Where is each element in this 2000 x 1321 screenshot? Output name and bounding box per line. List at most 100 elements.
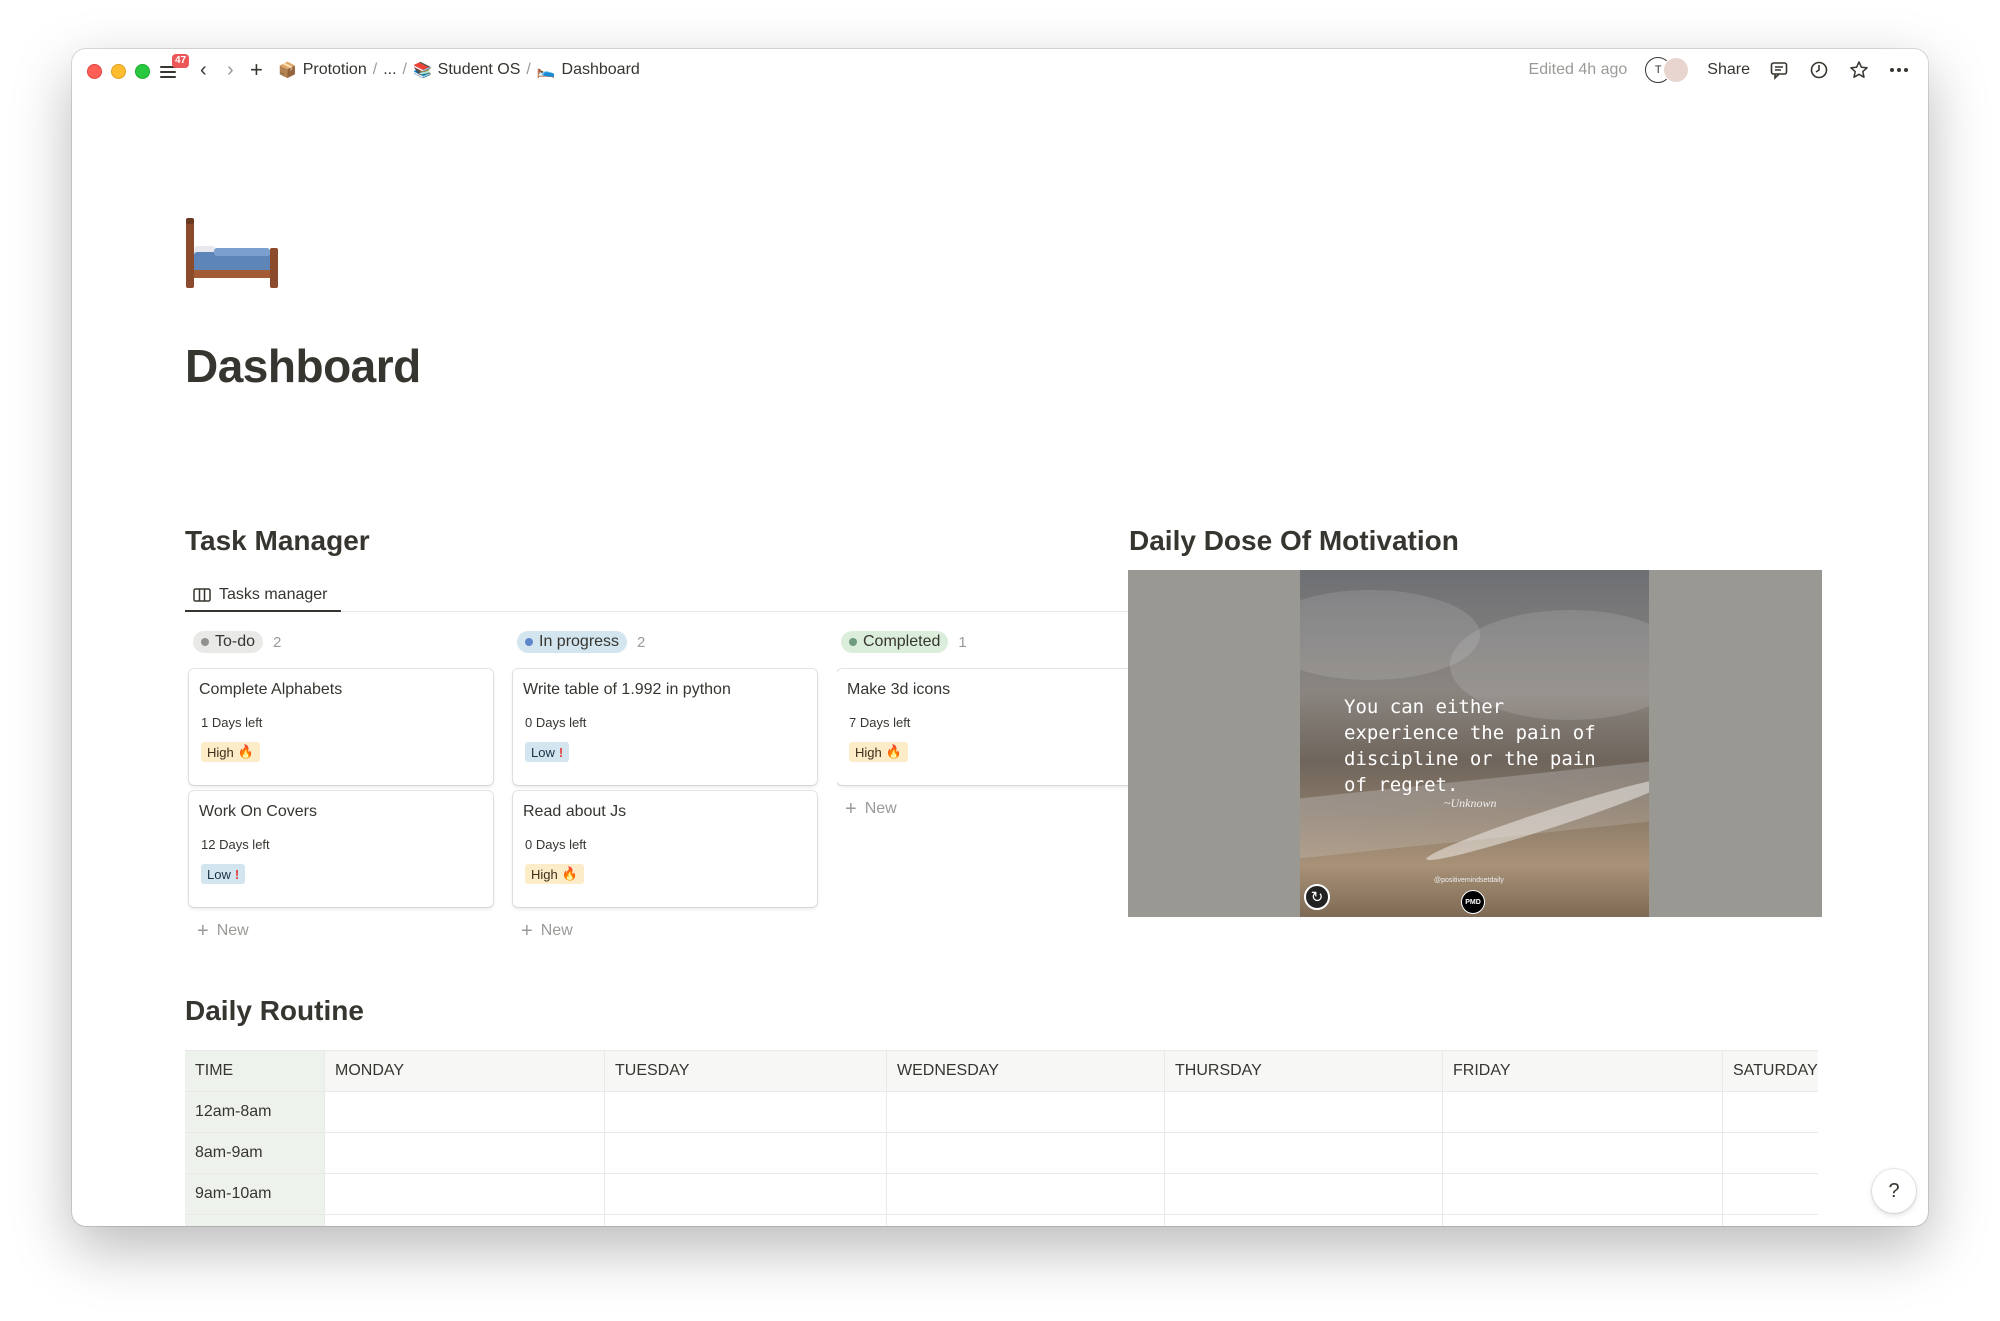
add-card-button[interactable]: + New xyxy=(845,791,1145,827)
top-right-actions: Edited 4h ago T Share xyxy=(1529,49,1910,91)
plus-icon: + xyxy=(521,919,533,942)
table-cell[interactable] xyxy=(1443,1174,1723,1214)
column-header-thursday[interactable]: THURSDAY xyxy=(1165,1051,1443,1091)
table-cell[interactable] xyxy=(1443,1133,1723,1173)
task-title: Complete Alphabets xyxy=(199,681,343,698)
table-cell[interactable] xyxy=(1443,1215,1723,1226)
forward-arrow-icon[interactable]: › xyxy=(227,58,234,82)
days-left: 12 Days left xyxy=(201,837,270,852)
fire-icon: 🔥 xyxy=(561,866,578,881)
task-card[interactable]: Read about Js 0 Days left High 🔥 xyxy=(513,791,817,907)
time-cell[interactable]: 9am-10am xyxy=(185,1174,325,1214)
more-options-icon[interactable] xyxy=(1888,59,1910,81)
minimize-window-button[interactable] xyxy=(111,64,126,79)
table-cell[interactable] xyxy=(605,1215,887,1226)
column-header[interactable]: To-do 2 xyxy=(193,629,493,655)
column-header-wednesday[interactable]: WEDNESDAY xyxy=(887,1051,1165,1091)
column-header-monday[interactable]: MONDAY xyxy=(325,1051,605,1091)
tab-tasks-manager[interactable]: Tasks manager xyxy=(185,577,336,613)
table-cell[interactable] xyxy=(1723,1174,1818,1214)
column-header-time[interactable]: TIME xyxy=(185,1051,325,1091)
maximize-window-button[interactable] xyxy=(135,64,150,79)
table-cell[interactable] xyxy=(605,1133,887,1173)
share-button[interactable]: Share xyxy=(1707,61,1750,79)
table-cell[interactable] xyxy=(1723,1133,1818,1173)
column-header[interactable]: Completed 1 xyxy=(841,629,1145,655)
exclamation-icon: ! xyxy=(558,744,564,760)
table-cell[interactable] xyxy=(1165,1215,1443,1226)
add-card-button[interactable]: + New xyxy=(521,913,817,949)
history-clock-icon[interactable] xyxy=(1808,59,1830,81)
table-cell[interactable] xyxy=(1723,1092,1818,1132)
table-cell[interactable] xyxy=(1165,1133,1443,1173)
column-header-friday[interactable]: FRIDAY xyxy=(1443,1051,1723,1091)
task-title: Work On Covers xyxy=(199,803,317,820)
refresh-icon[interactable]: ↻ xyxy=(1304,884,1330,910)
task-card[interactable]: Work On Covers 12 Days left Low ! xyxy=(189,791,493,907)
plus-icon: + xyxy=(197,919,209,942)
avatar[interactable] xyxy=(1663,57,1690,83)
table-cell[interactable] xyxy=(1165,1092,1443,1132)
table-cell[interactable] xyxy=(605,1092,887,1132)
time-cell[interactable]: 10am-1pm xyxy=(185,1215,325,1226)
table-row: 8am-9am xyxy=(185,1133,1818,1174)
page-title[interactable]: Dashboard xyxy=(185,339,421,393)
column-count: 1 xyxy=(958,633,967,651)
table-cell[interactable] xyxy=(1443,1092,1723,1132)
status-badge: To-do xyxy=(193,631,264,653)
days-left: 0 Days left xyxy=(525,715,587,730)
task-title: Read about Js xyxy=(523,803,627,820)
time-cell[interactable]: 12am-8am xyxy=(185,1092,325,1132)
table-cell[interactable] xyxy=(887,1174,1165,1214)
table-row: 9am-10am xyxy=(185,1174,1818,1215)
task-card[interactable]: Make 3d icons 7 Days left High 🔥 xyxy=(837,669,1145,785)
add-card-button[interactable]: + New xyxy=(197,913,493,949)
motivation-heading[interactable]: Daily Dose Of Motivation xyxy=(1129,525,1459,557)
time-cell[interactable]: 8am-9am xyxy=(185,1133,325,1173)
breadcrumb-item-dashboard[interactable]: Dashboard xyxy=(562,61,640,79)
motivation-embed[interactable]: You can either experience the pain of di… xyxy=(1128,570,1822,917)
star-favorite-icon[interactable] xyxy=(1848,59,1870,81)
books-icon: 📚 xyxy=(412,62,432,79)
back-arrow-icon[interactable]: ‹ xyxy=(200,58,207,82)
column-count: 2 xyxy=(637,633,646,651)
breadcrumb-item-ellipsis[interactable]: ... xyxy=(383,61,396,79)
breadcrumb-item-student-os[interactable]: Student OS xyxy=(438,61,521,79)
status-badge: Completed xyxy=(841,631,949,653)
help-button[interactable]: ? xyxy=(1872,1169,1916,1213)
bed-icon[interactable] xyxy=(184,216,280,292)
table-row: 10am-1pm xyxy=(185,1215,1818,1226)
status-dot-icon xyxy=(849,638,857,646)
breadcrumb-separator: / xyxy=(526,61,531,78)
table-cell[interactable] xyxy=(887,1133,1165,1173)
avatar-group[interactable]: T xyxy=(1645,57,1690,83)
task-manager-heading[interactable]: Task Manager xyxy=(185,525,370,557)
comment-icon[interactable] xyxy=(1768,59,1790,81)
column-header[interactable]: In progress 2 xyxy=(517,629,817,655)
table-cell[interactable] xyxy=(325,1174,605,1214)
table-cell[interactable] xyxy=(1165,1174,1443,1214)
workspace-icon: 📦 xyxy=(278,62,297,79)
task-card[interactable]: Complete Alphabets 1 Days left High 🔥 xyxy=(189,669,493,785)
table-cell[interactable] xyxy=(887,1092,1165,1132)
column-header-tuesday[interactable]: TUESDAY xyxy=(605,1051,887,1091)
new-page-plus-icon[interactable]: + xyxy=(250,58,263,82)
table-cell[interactable] xyxy=(605,1174,887,1214)
breadcrumb-item-prototion[interactable]: Prototion xyxy=(303,61,367,79)
quote-text: You can either experience the pain of di… xyxy=(1344,696,1596,796)
status-label: In progress xyxy=(539,633,620,650)
table-cell[interactable] xyxy=(325,1092,605,1132)
table-cell[interactable] xyxy=(1723,1215,1818,1226)
new-label: New xyxy=(864,800,897,817)
task-card[interactable]: Write table of 1.992 in python 0 Days le… xyxy=(513,669,817,785)
close-window-button[interactable] xyxy=(87,64,102,79)
pmd-logo: PMD xyxy=(1461,890,1485,914)
column-header-saturday[interactable]: SATURDAY xyxy=(1723,1051,1818,1091)
board-column-todo: To-do 2 Complete Alphabets 1 Days left H… xyxy=(189,629,493,949)
task-title: Write table of 1.992 in python xyxy=(523,681,731,698)
plus-icon: + xyxy=(845,797,857,820)
table-cell[interactable] xyxy=(325,1133,605,1173)
table-cell[interactable] xyxy=(325,1215,605,1226)
daily-routine-heading[interactable]: Daily Routine xyxy=(185,995,364,1027)
table-cell[interactable] xyxy=(887,1215,1165,1226)
